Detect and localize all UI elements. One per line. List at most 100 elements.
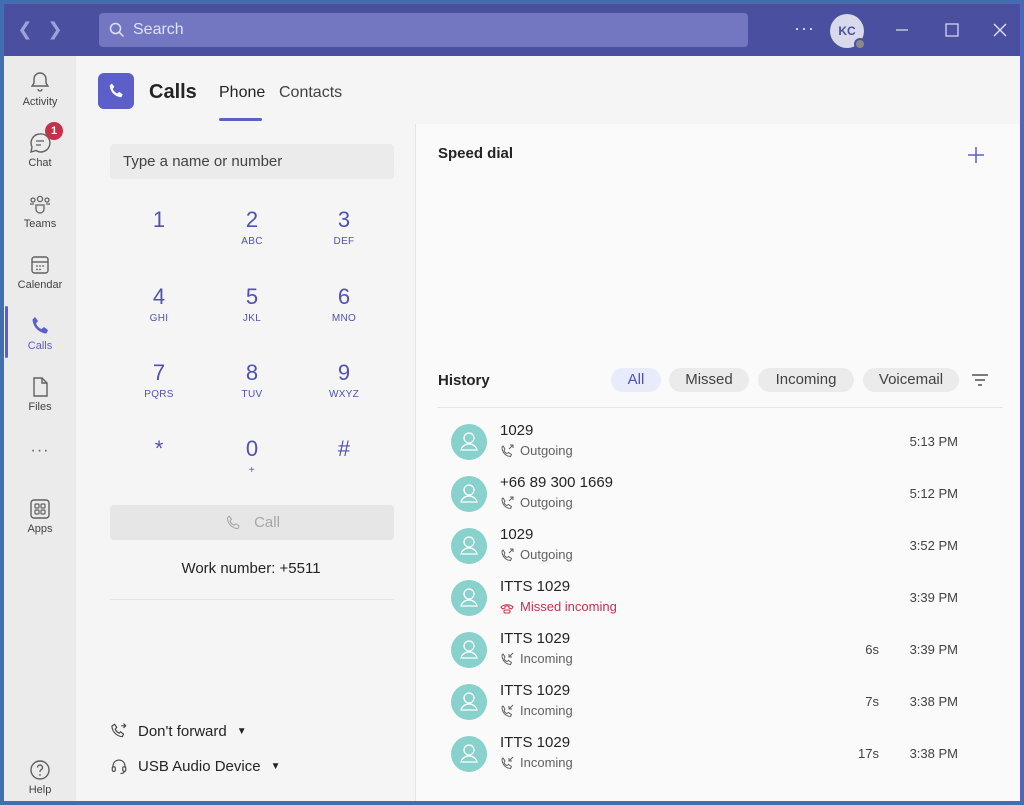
rail-label: Files [28,401,52,413]
rail-label: Apps [27,523,53,535]
add-speed-dial-icon[interactable] [965,144,987,166]
dial-key-hash[interactable]: # [304,436,384,496]
key-digit: 4 [152,284,166,309]
person-icon [460,692,478,711]
tab-contacts[interactable]: Contacts [279,84,342,102]
incoming-call-icon [501,704,514,717]
key-letters: TUV [241,389,263,400]
key-digit: 6 [337,284,351,309]
rail-item-activity[interactable]: Activity [4,64,76,122]
more-icon: ··· [30,442,50,459]
tab-phone[interactable]: Phone [219,84,265,102]
chevron-down-icon: ▼ [270,760,281,772]
calls-right-pane: Speed dial History All Missed Incoming V… [417,124,1020,801]
teams-window: ❮ ❯ Search ··· KC Activity Chat 1 Teams [3,3,1021,802]
caller-name: +66 89 300 1669 [500,474,614,491]
rail-item-calendar[interactable]: Calendar [4,247,76,305]
contact-avatar [451,684,487,720]
history-row[interactable]: ITTS 1029 Incoming 7s 3:38 PM [437,674,1003,726]
key-letters: JKL [242,313,262,324]
filter-missed[interactable]: Missed [669,368,749,392]
rail-item-chat[interactable]: Chat [4,125,76,183]
audio-device-selector[interactable]: USB Audio Device ▼ [110,757,280,775]
rail-item-teams[interactable]: Teams [4,186,76,244]
filter-incoming[interactable]: Incoming [758,368,854,392]
rail-item-more[interactable]: ··· [4,442,76,472]
dial-key-7[interactable]: 7 PQRS [119,360,199,420]
key-letters: DEF [333,236,355,247]
history-row[interactable]: 1029 Outgoing 3:52 PM [437,518,1003,570]
call-duration: 7s [865,694,879,709]
key-letters: ABC [241,236,263,247]
history-row[interactable]: ITTS 1029 Incoming 17s 3:38 PM [437,726,1003,778]
caller-name: ITTS 1029 [500,578,571,595]
dial-key-2[interactable]: 2 ABC [212,207,292,267]
minimize-icon[interactable] [888,16,916,44]
call-time: 5:13 PM [909,434,958,449]
call-type-label: Outgoing [520,495,573,510]
search-input[interactable]: Search [99,13,748,47]
call-forwarding-selector[interactable]: Don't forward ▼ [110,722,247,740]
chat-unread-badge: 1 [45,122,63,140]
key-digit: * [154,436,164,461]
calls-header: Calls Phone Contacts [76,56,1020,124]
history-row[interactable]: 1029 Outgoing 5:13 PM [437,414,1003,466]
key-digit: 2 [245,207,259,232]
rail-label: Chat [28,157,52,169]
key-digit: 5 [245,284,259,309]
speed-dial-title: Speed dial [438,145,514,162]
dial-key-star[interactable]: * [119,436,199,496]
audio-device-label: USB Audio Device [138,757,261,775]
dial-key-3[interactable]: 3 DEF [304,207,384,267]
outgoing-call-icon [501,496,514,509]
call-type: Outgoing [500,443,573,458]
dial-key-1[interactable]: 1 [119,207,199,267]
filter-voicemail[interactable]: Voicemail [863,368,959,392]
call-button[interactable]: Call [110,505,394,540]
filter-all[interactable]: All [611,368,661,392]
rail-item-help[interactable]: Help [4,752,76,801]
more-options-icon[interactable]: ··· [794,18,816,39]
key-digit: 9 [337,360,351,385]
outgoing-call-icon [501,444,514,457]
dial-key-5[interactable]: 5 JKL [212,284,292,344]
rail-label: Activity [22,96,58,108]
dial-key-4[interactable]: 4 GHI [119,284,199,344]
key-digit: # [337,436,351,461]
back-arrow-icon[interactable]: ❮ [14,18,36,40]
maximize-icon[interactable] [938,16,966,44]
search-icon [109,22,125,38]
filter-icon[interactable] [971,372,989,388]
rail-item-calls[interactable]: Calls [4,308,76,366]
apps-icon [30,499,50,519]
dial-key-9[interactable]: 9 WXYZ [304,360,384,420]
key-digit: 0 [245,436,259,461]
forward-arrow-icon[interactable]: ❯ [44,18,66,40]
key-letters: + [248,465,256,476]
user-avatar[interactable]: KC [830,14,866,50]
presence-status-icon [854,38,866,50]
history-row[interactable]: +66 89 300 1669 Outgoing 5:12 PM [437,466,1003,518]
rail-label: Calendar [17,279,63,291]
rail-item-files[interactable]: Files [4,369,76,427]
dial-key-8[interactable]: 8 TUV [212,360,292,420]
caller-name: ITTS 1029 [500,682,571,699]
calls-app-icon [98,73,134,109]
key-letters: WXYZ [328,389,360,400]
rail-label: Help [28,784,52,796]
dial-key-0[interactable]: 0 + [212,436,292,496]
call-type-label: Missed incoming [520,599,617,614]
call-type-label: Outgoing [520,547,573,562]
call-type: Missed incoming [500,599,617,614]
call-type-label: Outgoing [520,443,573,458]
history-row[interactable]: ITTS 1029 Missed incoming 3:39 PM [437,570,1003,622]
dial-number-input[interactable] [110,144,394,179]
caller-name: 1029 [500,422,534,439]
history-row[interactable]: ITTS 1029 Incoming 6s 3:39 PM [437,622,1003,674]
call-time: 5:12 PM [909,486,958,501]
dial-key-6[interactable]: 6 MNO [304,284,384,344]
close-icon[interactable] [986,16,1014,44]
key-digit: 7 [152,360,166,385]
rail-item-apps[interactable]: Apps [4,491,76,549]
headset-icon [111,759,127,775]
